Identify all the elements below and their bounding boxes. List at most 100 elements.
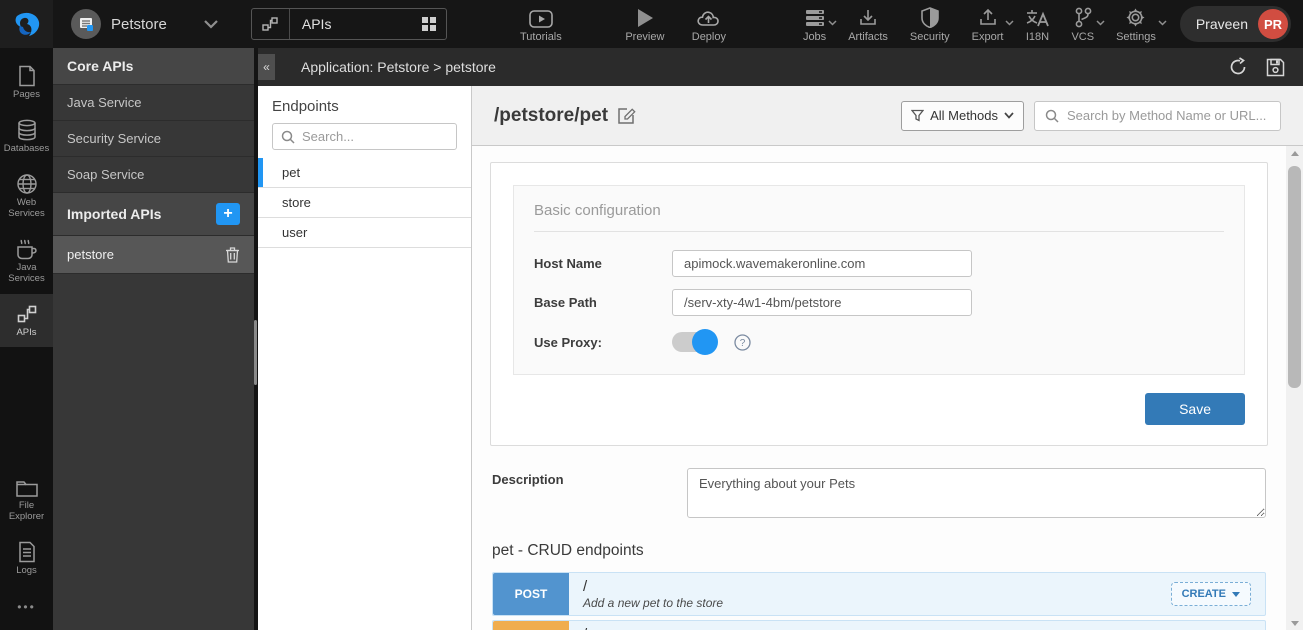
main-scroll-area: Basic configuration Host Name Base Path: [472, 146, 1286, 630]
imported-apis-header: Imported APIs +: [53, 193, 254, 236]
base-path-input[interactable]: [672, 289, 972, 316]
export-button[interactable]: Export: [972, 6, 1012, 43]
sidebar-item-security-service[interactable]: Security Service: [53, 121, 254, 157]
scrollbar-thumb[interactable]: [1288, 166, 1301, 388]
sidebar-item-java-service[interactable]: Java Service: [53, 85, 254, 121]
sidebar-item-pages[interactable]: Pages: [0, 56, 53, 110]
trash-icon[interactable]: [225, 246, 240, 263]
settings-button[interactable]: Settings: [1116, 6, 1164, 43]
sidebar-item-file-explorer[interactable]: File Explorer: [0, 469, 53, 532]
page-title: /petstore/pet: [494, 105, 636, 127]
sidebar-item-databases[interactable]: Databases: [0, 110, 53, 164]
method-badge-put: PUT: [493, 621, 569, 630]
artifacts-button[interactable]: Artifacts: [848, 6, 896, 43]
method-search[interactable]: [1034, 101, 1281, 131]
vcs-button[interactable]: VCS: [1071, 6, 1102, 43]
collapse-sidebar-button[interactable]: «: [258, 54, 275, 80]
project-avatar: [71, 9, 101, 39]
use-proxy-toggle[interactable]: [672, 332, 716, 352]
imported-apis-title: Imported APIs: [67, 206, 161, 222]
play-icon: [636, 6, 654, 28]
user-menu[interactable]: Praveen PR: [1180, 6, 1291, 42]
crud-endpoints-heading: pet - CRUD endpoints: [492, 542, 1266, 560]
sidebar-item-java-services[interactable]: Java Services: [0, 229, 53, 294]
sidebar-item-petstore[interactable]: petstore: [53, 236, 254, 274]
endpoint-description: Add a new pet to the store: [583, 596, 1157, 610]
method-badge-post: POST: [493, 573, 569, 615]
save-button[interactable]: Save: [1145, 393, 1245, 425]
grid-icon: [420, 15, 446, 33]
web-services-label: Web Services: [2, 198, 51, 220]
basic-config-panel: Basic configuration Host Name Base Path: [513, 185, 1245, 375]
endpoint-path: /: [583, 626, 1157, 630]
apis-label: APIs: [16, 328, 36, 339]
java-services-label: Java Services: [2, 263, 51, 285]
methods-filter-value: All Methods: [930, 108, 998, 123]
endpoints-title: Endpoints: [258, 96, 471, 123]
security-button[interactable]: Security: [910, 6, 958, 43]
proxy-help-button[interactable]: ?: [734, 334, 751, 351]
upload-icon: [978, 6, 998, 28]
api-node-icon: [16, 303, 38, 325]
scroll-down-button[interactable]: [1286, 616, 1303, 630]
service-config-card: Basic configuration Host Name Base Path: [490, 162, 1268, 446]
page-icon: [17, 65, 37, 87]
deploy-button[interactable]: Deploy: [687, 6, 731, 43]
chevron-down-icon: [1096, 20, 1105, 26]
sidebar-item-soap-service[interactable]: Soap Service: [53, 157, 254, 193]
rail-spacer: [0, 347, 53, 469]
sidebar-scrollbar-thumb[interactable]: [254, 320, 257, 385]
project-switcher[interactable]: Petstore: [53, 9, 233, 39]
save-icon: [1266, 58, 1285, 77]
breadcrumb: Application: Petstore > petstore: [301, 59, 496, 75]
wave-logo-icon: [11, 8, 43, 40]
coffee-icon: [15, 238, 39, 260]
export-label: Export: [972, 31, 1004, 43]
folder-icon: [15, 478, 39, 498]
cloud-upload-icon: [696, 6, 722, 28]
edit-title-button[interactable]: [617, 106, 636, 125]
api-sidebar: Core APIs Java Service Security Service …: [53, 48, 258, 630]
sidebar-item-web-services[interactable]: Web Services: [0, 164, 53, 229]
add-api-button[interactable]: +: [216, 203, 240, 225]
endpoints-search-input[interactable]: [302, 129, 448, 144]
artifacts-label: Artifacts: [848, 31, 888, 43]
i18n-label: I18N: [1026, 31, 1049, 43]
method-search-input[interactable]: [1067, 108, 1270, 123]
wavemaker-logo[interactable]: [0, 0, 53, 48]
refresh-button[interactable]: [1228, 57, 1248, 77]
endpoints-search[interactable]: [272, 123, 457, 150]
host-name-label: Host Name: [534, 256, 672, 271]
toggle-knob: [692, 329, 718, 355]
endpoint-path-title: /petstore/pet: [494, 105, 608, 127]
endpoint-item-pet[interactable]: pet: [258, 158, 471, 188]
save-project-button[interactable]: [1266, 58, 1285, 77]
nav-selector[interactable]: APIs: [251, 8, 447, 40]
help-icon: ?: [734, 334, 751, 351]
scroll-up-button[interactable]: [1286, 146, 1303, 160]
host-name-input[interactable]: [672, 250, 972, 277]
preview-button[interactable]: Preview: [623, 6, 667, 43]
sidebar-item-logs[interactable]: Logs: [0, 532, 53, 586]
logs-label: Logs: [16, 566, 37, 577]
jobs-button[interactable]: Jobs: [803, 6, 834, 43]
vertical-scrollbar[interactable]: [1286, 146, 1303, 630]
methods-filter-select[interactable]: All Methods: [901, 101, 1024, 131]
download-icon: [858, 6, 878, 28]
endpoint-item-store[interactable]: store: [258, 188, 471, 218]
i18n-button[interactable]: I18N: [1025, 6, 1057, 43]
translate-icon: [1025, 6, 1049, 28]
tutorials-button[interactable]: Tutorials: [519, 6, 563, 43]
tutorials-label: Tutorials: [520, 31, 562, 43]
sidebar-item-apis[interactable]: APIs: [0, 294, 53, 348]
database-icon: [16, 119, 38, 141]
chevron-down-icon: [1004, 112, 1014, 119]
shield-icon: [921, 6, 939, 28]
more-options-button[interactable]: •••: [0, 586, 53, 630]
endpoint-item-user[interactable]: user: [258, 218, 471, 248]
security-label: Security: [910, 31, 950, 43]
create-action-button[interactable]: CREATE: [1171, 582, 1251, 606]
svg-text:?: ?: [740, 338, 746, 349]
endpoint-path: /: [583, 578, 1157, 595]
description-textarea[interactable]: Everything about your Pets: [687, 468, 1266, 518]
